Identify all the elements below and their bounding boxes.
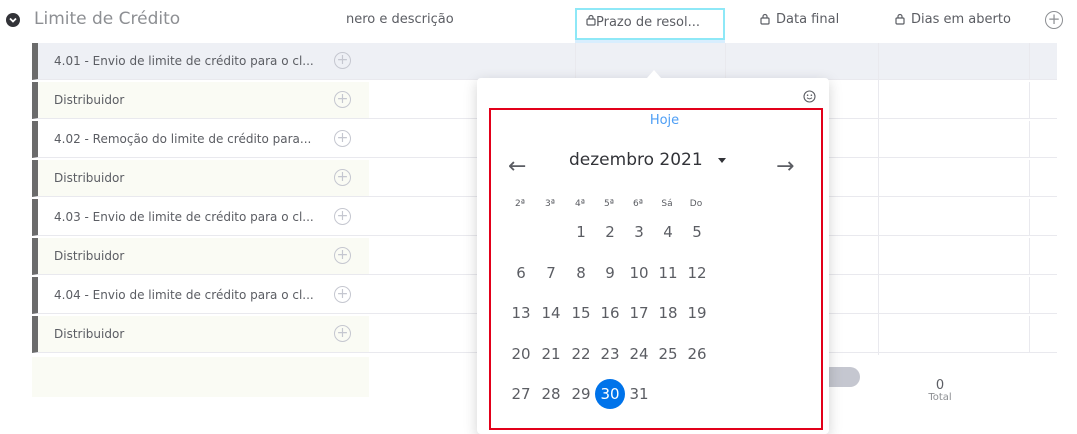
table-row-end-cell	[1029, 238, 1057, 275]
add-subitem-icon[interactable]: +	[334, 130, 351, 147]
column-divider	[878, 43, 879, 355]
summary-value: 0	[935, 378, 945, 393]
item-name[interactable]: 4.01 - Envio de limite de crédito para o…	[54, 54, 314, 68]
lock-icon	[586, 14, 596, 26]
dias-em-aberto-label: Dias em aberto	[911, 12, 1011, 27]
item-name[interactable]: Distribuidor	[54, 93, 124, 107]
table-row-name-cell[interactable]: 4.03 - Envio de limite de crédito para o…	[32, 199, 369, 236]
group-title[interactable]: Limite de Crédito	[34, 9, 180, 29]
table-row-end-cell	[1029, 121, 1057, 158]
item-name[interactable]: Distribuidor	[54, 249, 124, 263]
table-row-name-cell[interactable]: 4.04 - Envio de limite de crédito para o…	[32, 277, 369, 314]
add-subitem-icon[interactable]: +	[334, 325, 351, 342]
add-subitem-icon[interactable]: +	[334, 169, 351, 186]
table-row-name-cell[interactable]: 4.02 - Remoção do limite de crédito para…	[32, 121, 369, 158]
lock-icon	[895, 13, 905, 25]
item-name[interactable]: 4.04 - Envio de limite de crédito para o…	[54, 288, 314, 302]
table-row-end-cell	[1029, 160, 1057, 197]
table-row-end-cell	[1029, 277, 1057, 314]
data-final-label: Data final	[776, 12, 840, 27]
add-subitem-icon[interactable]: +	[334, 286, 351, 303]
group-footer	[32, 357, 369, 397]
lock-icon	[760, 13, 770, 25]
add-column-button[interactable]: +	[1045, 11, 1063, 29]
smiley-icon[interactable]	[803, 90, 816, 103]
popover-caret	[647, 70, 661, 78]
add-subitem-icon[interactable]: +	[334, 247, 351, 264]
highlight-frame	[489, 108, 823, 430]
table-row-end-cell	[1029, 316, 1057, 353]
item-name[interactable]: Distribuidor	[54, 327, 124, 341]
add-subitem-icon[interactable]: +	[334, 52, 351, 69]
table-row-name-cell[interactable]: Distribuidor +	[32, 238, 369, 275]
table-row-name-cell[interactable]: Distribuidor +	[32, 316, 369, 353]
table-row-end-cell	[1029, 199, 1057, 236]
column-header-dias-em-aberto[interactable]: Dias em aberto	[895, 12, 1011, 27]
table-row-name-cell[interactable]: Distribuidor +	[32, 160, 369, 197]
item-name[interactable]: 4.02 - Remoção do limite de crédito para…	[54, 132, 311, 146]
item-name[interactable]: Distribuidor	[54, 171, 124, 185]
column-header-data-final[interactable]: Data final	[760, 12, 839, 27]
column-header-prazo-label: Prazo de resol...	[586, 14, 700, 30]
item-name[interactable]: 4.03 - Envio de limite de crédito para o…	[54, 210, 314, 224]
table-row-cells[interactable]	[369, 43, 1029, 80]
add-subitem-icon[interactable]: +	[334, 91, 351, 108]
add-subitem-icon[interactable]: +	[334, 208, 351, 225]
table-row-name-cell[interactable]: Distribuidor +	[32, 82, 369, 119]
table-row-name-cell[interactable]: 4.01 - Envio de limite de crédito para o…	[32, 43, 369, 80]
prazo-label-text: Prazo de resol...	[596, 15, 701, 30]
table-row-end-cell	[1029, 43, 1057, 80]
table-row-end-cell	[1029, 82, 1057, 119]
summary-label: Total	[928, 392, 952, 403]
column-header-number-description[interactable]: nero e descrição	[346, 12, 454, 27]
group-collapse-icon[interactable]	[6, 13, 20, 27]
